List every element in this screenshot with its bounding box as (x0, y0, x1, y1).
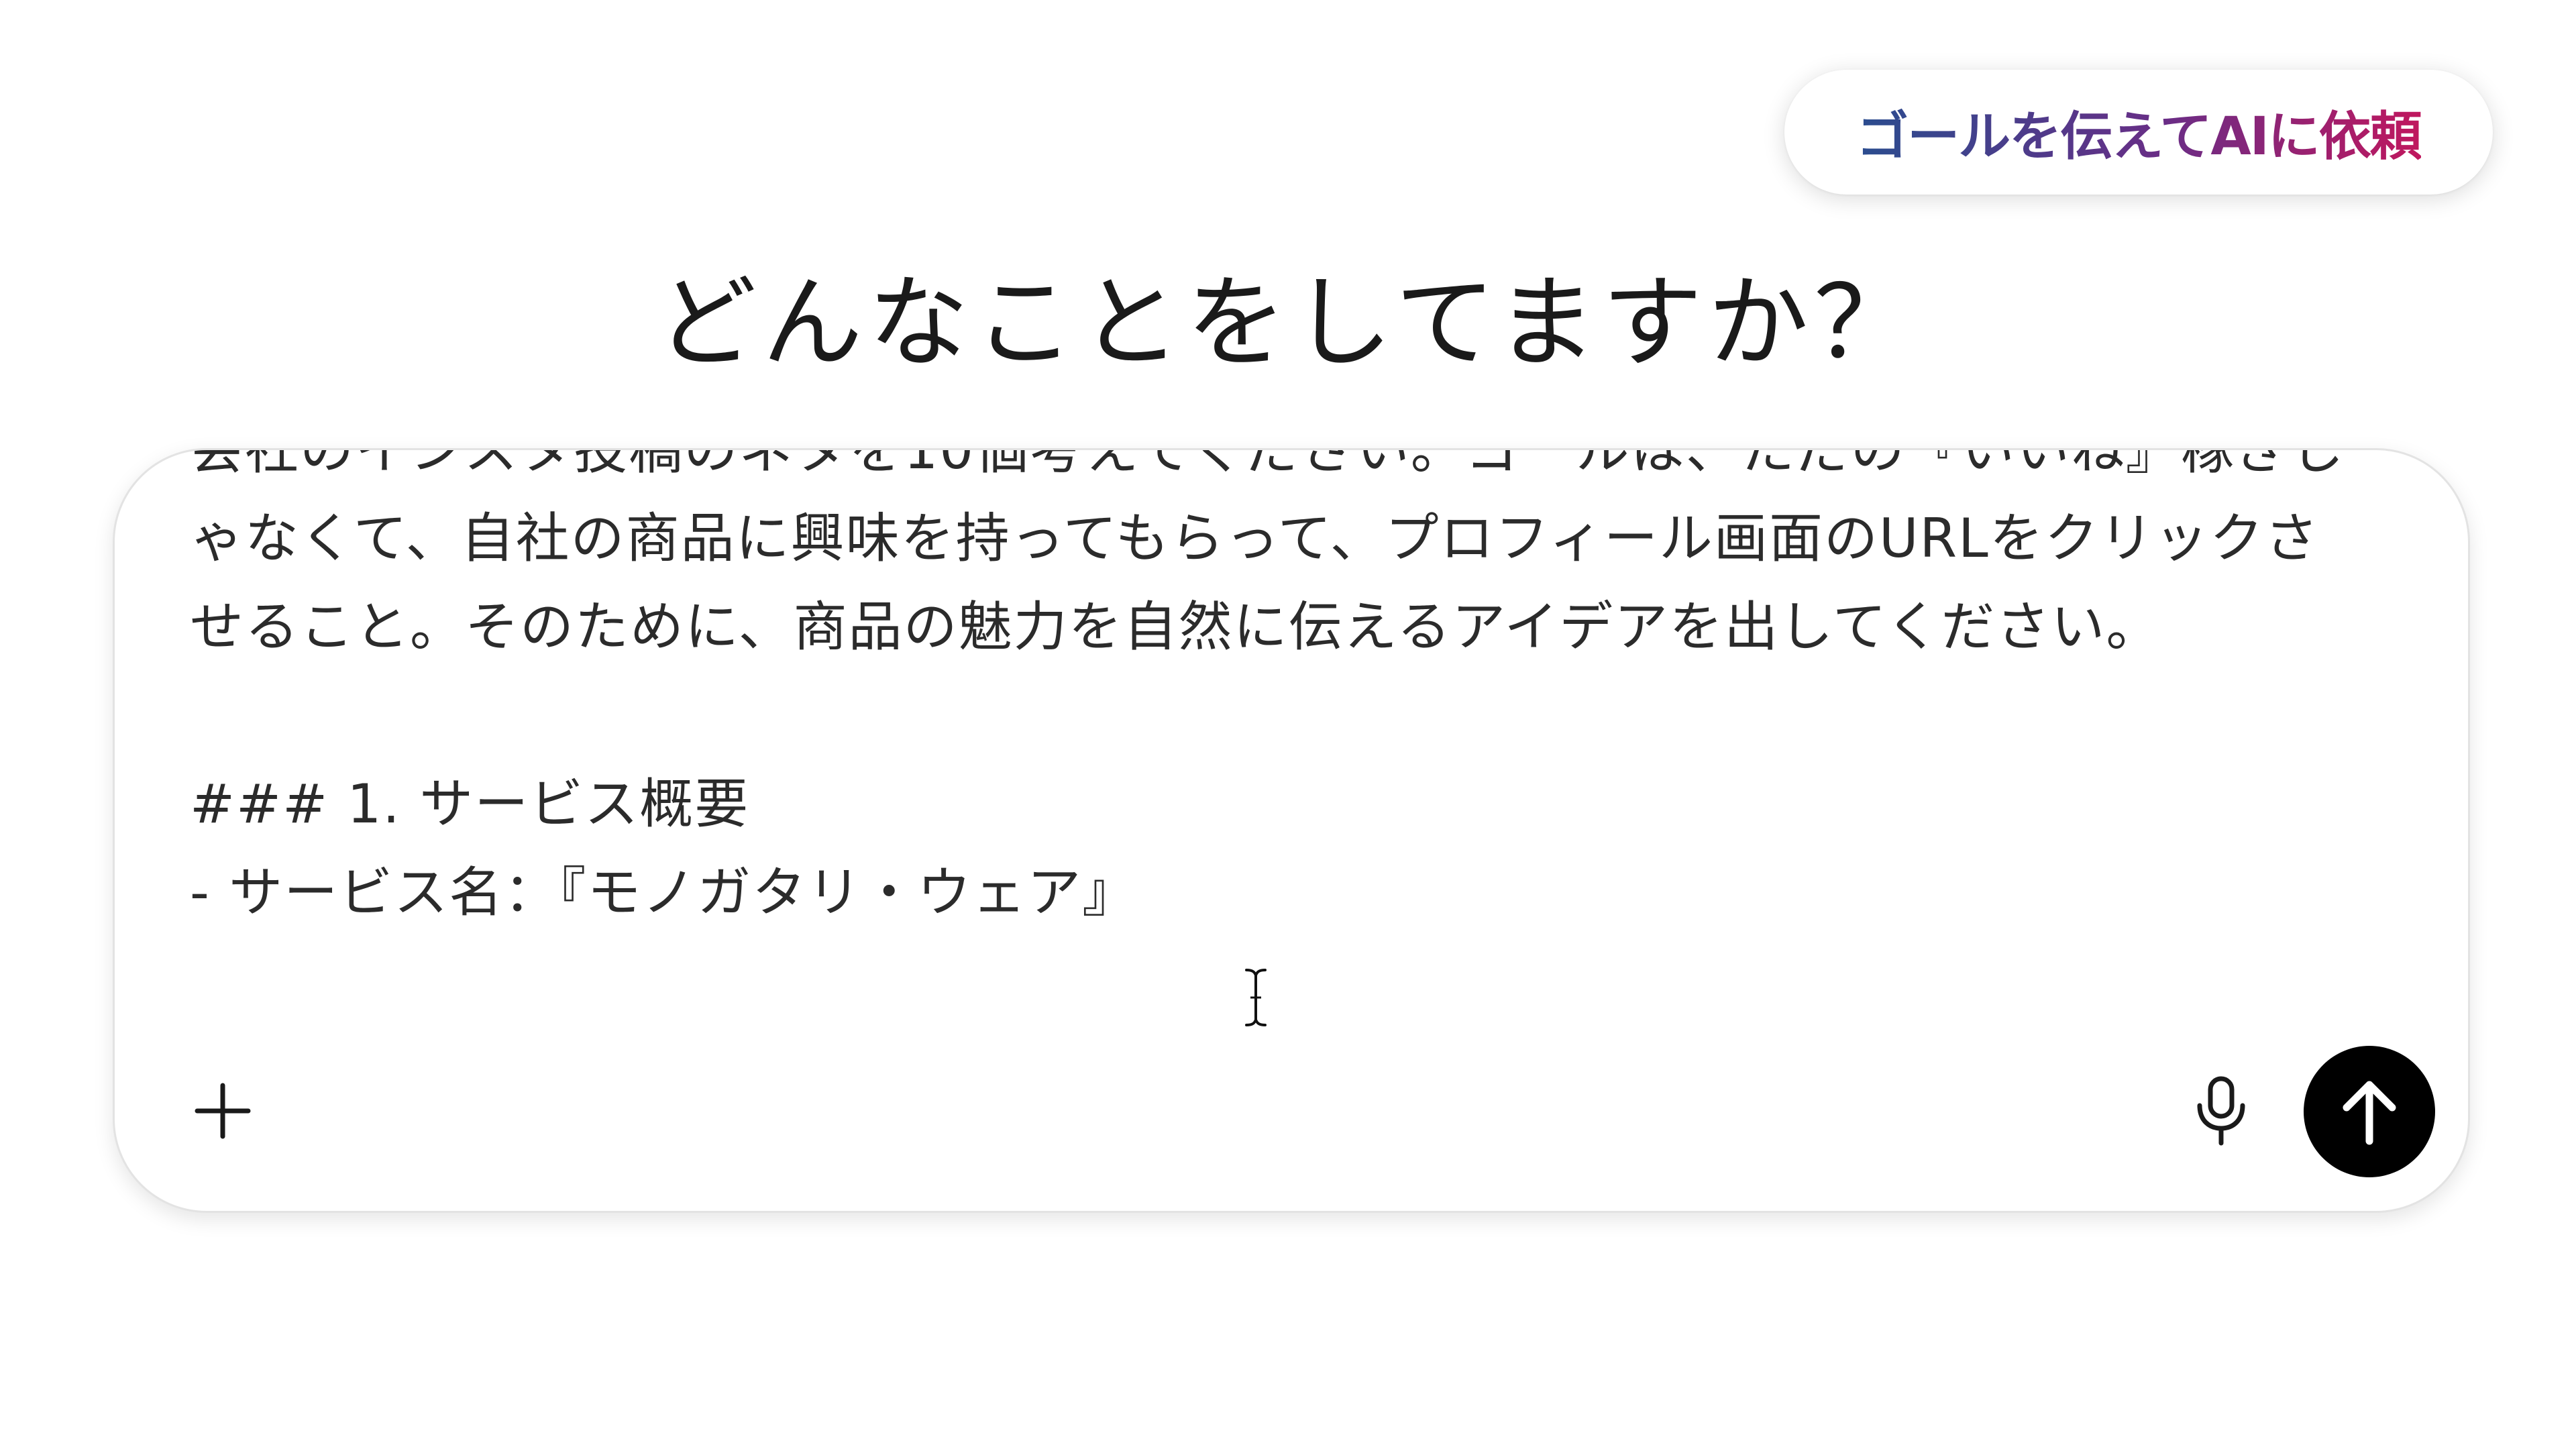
add-attachment-button[interactable] (186, 1074, 260, 1148)
send-button[interactable] (2304, 1046, 2435, 1177)
microphone-icon (2197, 1076, 2245, 1146)
page-heading: どんなことをしてますか？ (655, 265, 1920, 382)
arrow-up-icon (2343, 1081, 2396, 1145)
voice-input-button[interactable] (2181, 1067, 2261, 1155)
plus-icon (195, 1083, 251, 1139)
text-cursor-icon (1245, 969, 1267, 1026)
prompt-text[interactable]: 会社のインスタ投稿のネタを10個考えてください。ゴールは、ただの『いいね』稼ぎじ… (190, 450, 2363, 937)
caption-pill: ゴールを伝えてAIに依頼 (1784, 70, 2493, 195)
prompt-textarea[interactable]: 会社のインスタ投稿のネタを10個考えてください。ゴールは、ただの『いいね』稼ぎじ… (190, 450, 2363, 1047)
caption-text: ゴールを伝えてAIに依頼 (1856, 95, 2422, 170)
prompt-composer: 会社のインスタ投稿のネタを10個考えてください。ゴールは、ただの『いいね』稼ぎじ… (113, 448, 2470, 1213)
